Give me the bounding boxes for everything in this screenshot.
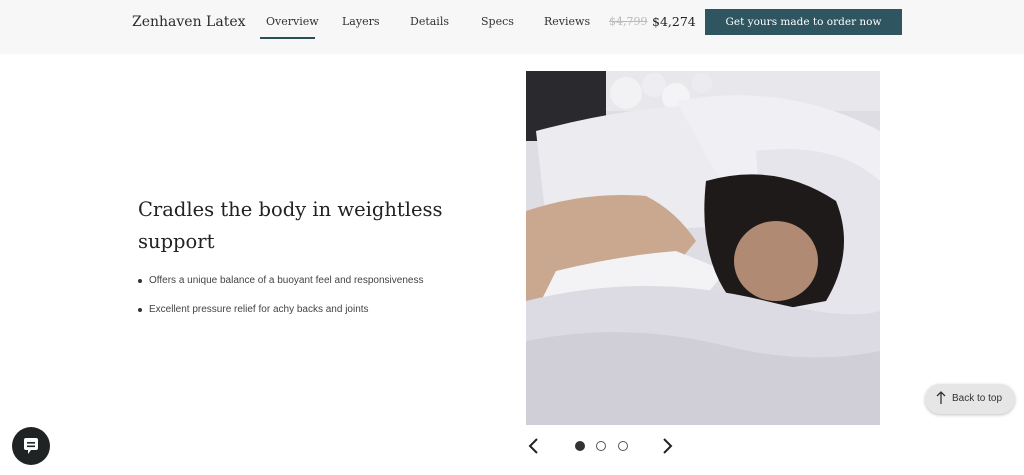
back-to-top-label: Back to top	[952, 393, 1003, 404]
nav-tab-details[interactable]: Details	[410, 15, 449, 28]
nav-tab-overview[interactable]: Overview	[266, 15, 319, 28]
feature-item: Excellent pressure relief for achy backs…	[138, 304, 423, 315]
chat-bubble-icon	[24, 438, 38, 454]
carousel-dot-2[interactable]	[596, 441, 606, 451]
active-tab-indicator	[260, 37, 315, 39]
sleeping-woman-photo	[526, 71, 880, 425]
carousel-dot-1[interactable]	[575, 441, 585, 451]
carousel-image	[526, 71, 880, 425]
feature-item: Offers a unique balance of a buoyant fee…	[138, 275, 423, 286]
original-price: $4,799	[609, 15, 648, 28]
chat-button[interactable]	[12, 427, 50, 465]
chevron-right-icon	[663, 438, 673, 454]
section-headline: Cradles the body in weightless support	[138, 198, 443, 253]
sale-price: $4,274	[652, 14, 696, 29]
arrow-up-icon	[936, 391, 946, 404]
feature-list: Offers a unique balance of a buoyant fee…	[138, 275, 423, 332]
nav-tab-reviews[interactable]: Reviews	[544, 15, 590, 28]
carousel-next-button[interactable]	[657, 436, 677, 456]
carousel-dot-3[interactable]	[618, 441, 628, 451]
carousel-prev-button[interactable]	[524, 436, 544, 456]
top-navigation-bar: Zenhaven Latex Overview Layers Details S…	[0, 0, 1024, 54]
order-now-button[interactable]: Get yours made to order now	[705, 9, 902, 35]
nav-tab-specs[interactable]: Specs	[481, 15, 514, 28]
brand-name[interactable]: Zenhaven Latex	[132, 14, 246, 30]
chevron-left-icon	[528, 438, 538, 454]
back-to-top-button[interactable]: Back to top	[925, 384, 1015, 414]
nav-tab-layers[interactable]: Layers	[342, 15, 380, 28]
